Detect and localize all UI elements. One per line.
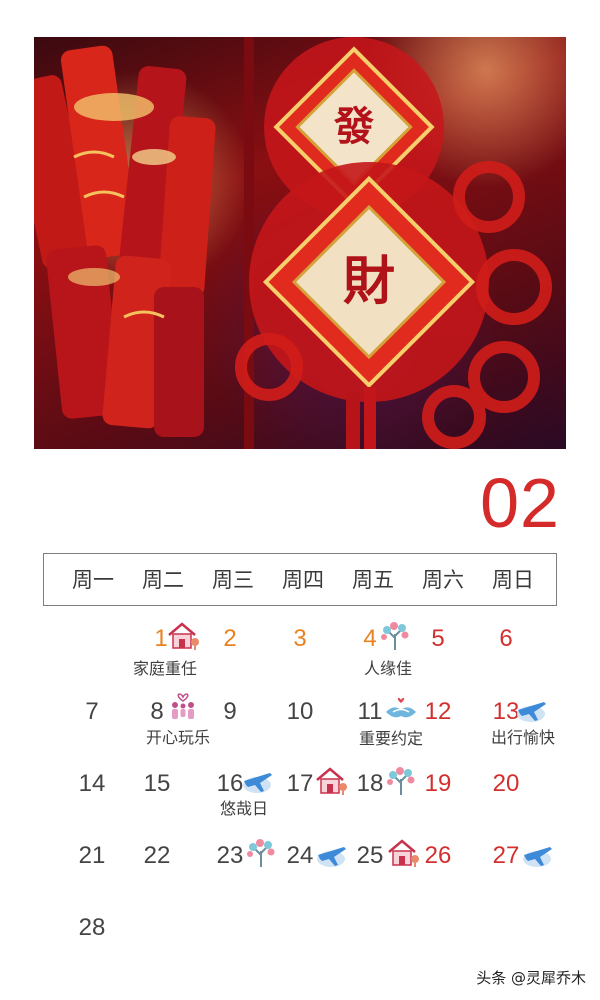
weekday-wed: 周三	[212, 568, 254, 592]
note-day-16: 悠哉日	[219, 799, 268, 818]
weekday-fri: 周五	[352, 568, 394, 592]
weekday-thu: 周四	[282, 568, 324, 592]
calendar-day-14[interactable]: 14	[70, 769, 114, 799]
family-icon	[166, 689, 200, 721]
month-number: 02	[480, 464, 560, 542]
house-icon	[166, 620, 200, 652]
lucky-knot-illustration: 發 財	[34, 37, 552, 449]
tree-icon	[378, 620, 412, 652]
calendar-day-21[interactable]: 21	[70, 841, 114, 871]
calendar-day-20[interactable]: 20	[484, 769, 528, 799]
tree-icon	[244, 837, 278, 869]
calendar-day-5[interactable]: 5	[416, 624, 460, 654]
calendar-day-22[interactable]: 22	[135, 841, 179, 871]
airplane-icon	[520, 839, 554, 871]
calendar-day-7[interactable]: 7	[70, 697, 114, 727]
watermark: 头条 @灵犀乔木	[476, 969, 586, 987]
calendar-day-26[interactable]: 26	[416, 841, 460, 871]
note-day-1: 家庭重任	[132, 659, 197, 678]
hero-photo: 發 財	[34, 37, 566, 449]
house-icon	[386, 837, 420, 869]
note-day-8: 开心玩乐	[145, 728, 210, 747]
calendar-day-10[interactable]: 10	[278, 697, 322, 727]
note-day-13: 出行愉快	[490, 728, 555, 747]
firecrackers	[34, 45, 216, 437]
weekday-mon: 周一	[72, 568, 114, 592]
calendar-day-9[interactable]: 9	[208, 697, 252, 727]
weekday-sun: 周日	[492, 568, 534, 592]
airplane-icon	[514, 694, 548, 726]
calendar-day-19[interactable]: 19	[416, 769, 460, 799]
house-icon	[314, 765, 348, 797]
weekday-tue: 周二	[142, 568, 184, 592]
handshake-icon	[384, 692, 418, 724]
calendar-day-12[interactable]: 12	[416, 697, 460, 727]
calendar-day-3[interactable]: 3	[278, 624, 322, 654]
calendar-day-6[interactable]: 6	[484, 624, 528, 654]
note-day-4: 人缘佳	[363, 659, 412, 678]
calendar-day-28[interactable]: 28	[70, 913, 114, 943]
calendar-day-15[interactable]: 15	[135, 769, 179, 799]
tree-icon	[384, 765, 418, 797]
airplane-icon	[314, 839, 348, 871]
sign-cai-text: 財	[343, 251, 395, 312]
sign-fa-text: 發	[333, 103, 374, 150]
weekday-header: 周一 周二 周三 周四 周五 周六 周日	[43, 553, 557, 606]
airplane-icon	[240, 765, 274, 797]
calendar-day-2[interactable]: 2	[208, 624, 252, 654]
weekday-sat: 周六	[422, 568, 464, 592]
note-day-11: 重要约定	[358, 729, 423, 748]
